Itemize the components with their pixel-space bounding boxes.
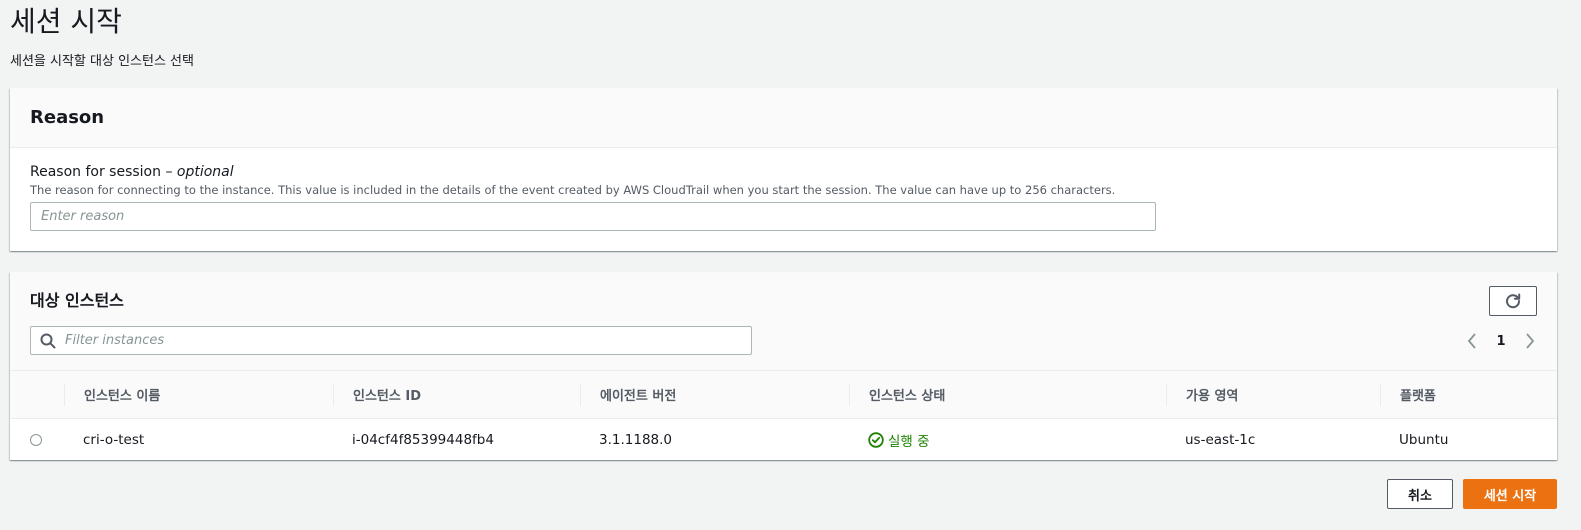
target-instances-title: 대상 인스턴스 [30, 291, 124, 310]
reason-input[interactable] [30, 202, 1156, 231]
search-icon [31, 333, 65, 349]
reason-field-label-text: Reason for session [30, 164, 161, 180]
reason-field-optional-label: optional [176, 164, 234, 180]
column-divider [1380, 384, 1381, 406]
pagination-next-button[interactable] [1519, 330, 1541, 352]
column-divider [64, 384, 65, 406]
table-row[interactable]: cri-o-test i-04cf4f85399448fb4 3.1.1188.… [10, 419, 1557, 460]
page-title: 세션 시작 [10, 5, 122, 38]
row-select-cell [30, 419, 42, 460]
refresh-button[interactable] [1489, 286, 1537, 316]
pagination-current-page[interactable]: 1 [1483, 334, 1519, 349]
availability-zone-cell: us-east-1c [1185, 431, 1256, 448]
instances-table-header: 인스턴스 이름 인스턴스 ID 에이전트 버전 인스턴스 상태 가용 영역 플랫… [10, 371, 1557, 419]
reason-field-label-separator: – [161, 164, 177, 180]
column-divider [849, 384, 850, 406]
column-divider [1166, 384, 1167, 406]
pagination-prev-button[interactable] [1461, 330, 1483, 352]
chevron-right-icon [1526, 333, 1535, 349]
reason-panel: Reason Reason for session – optional The… [10, 88, 1557, 251]
column-header-instance-status[interactable]: 인스턴스 상태 [869, 371, 945, 418]
row-select-radio[interactable] [30, 433, 42, 446]
target-instances-panel: 대상 인스턴스 1 [10, 272, 1557, 460]
start-session-button[interactable]: 세션 시작 [1463, 479, 1557, 509]
column-divider [580, 384, 581, 406]
reason-field-label: Reason for session – optional [30, 163, 234, 181]
filter-instances-field[interactable] [30, 326, 752, 355]
instance-name-cell: cri-o-test [83, 431, 145, 448]
column-header-availability-zone[interactable]: 가용 영역 [1186, 371, 1238, 418]
reason-panel-title: Reason [30, 107, 105, 128]
reason-panel-header: Reason [10, 88, 1557, 148]
agent-version-cell: 3.1.1188.0 [599, 431, 672, 448]
instance-status-text: 실행 중 [888, 433, 930, 450]
cancel-button[interactable]: 취소 [1387, 479, 1453, 509]
column-header-platform[interactable]: 플랫폼 [1400, 371, 1436, 418]
pagination: 1 [1461, 330, 1541, 352]
target-instances-header: 대상 인스턴스 1 [10, 272, 1557, 371]
check-circle-icon [868, 431, 884, 448]
column-header-instance-id[interactable]: 인스턴스 ID [353, 371, 421, 418]
filter-instances-input[interactable] [65, 327, 751, 354]
instance-status-cell: 실행 중 [868, 419, 930, 460]
column-divider [333, 384, 334, 406]
page-subtitle: 세션을 시작할 대상 인스턴스 선택 [10, 54, 194, 69]
column-header-agent-version[interactable]: 에이전트 버전 [600, 371, 676, 418]
platform-cell: Ubuntu [1399, 431, 1449, 448]
column-header-instance-name[interactable]: 인스턴스 이름 [84, 371, 160, 418]
refresh-icon [1506, 293, 1521, 309]
chevron-left-icon [1467, 333, 1476, 349]
instance-id-cell: i-04cf4f85399448fb4 [352, 431, 494, 448]
reason-field-description: The reason for connecting to the instanc… [30, 183, 1116, 197]
